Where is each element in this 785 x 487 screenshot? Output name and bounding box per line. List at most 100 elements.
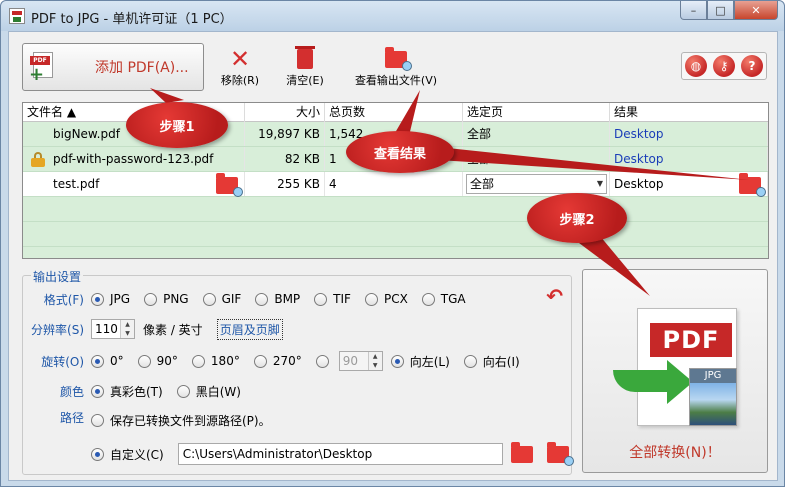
maximize-button[interactable]: □ [707, 1, 734, 20]
selected-pages-value: 全部 [470, 177, 495, 191]
column-header-size[interactable]: 大小 [245, 103, 325, 122]
file-result-link[interactable]: Desktop [614, 177, 664, 191]
recycle-bin-icon [295, 46, 315, 69]
color-bw-radio[interactable]: 黑白(W) [176, 383, 241, 400]
callout-step1: 步骤1 [126, 102, 228, 148]
rotate-row: 旋转(O) 0° 90° 180° 270° 90 ▲ ▼ 向左(L) 向右(I) [23, 351, 534, 371]
lock-icon [30, 152, 46, 167]
path-source-row: 保存已转换文件到源路径(P)。 [91, 410, 285, 430]
window-controls: – □ ✕ [680, 1, 778, 21]
format-bmp-radio[interactable]: BMP [255, 292, 300, 306]
table-row-empty [23, 197, 768, 222]
file-selected-pages[interactable]: 全部 [463, 122, 610, 146]
add-pdf-button[interactable]: PDF + 添加 PDF(A)... [22, 43, 204, 91]
file-name: test.pdf [53, 177, 100, 191]
format-pcx-radio[interactable]: PCX [364, 292, 408, 306]
custom-angle-value: 90 [342, 354, 359, 368]
file-pages: 4 [325, 172, 463, 196]
color-label: 颜色 [59, 384, 84, 399]
path-source-radio[interactable]: 保存已转换文件到源路径(P)。 [91, 412, 271, 429]
title-bar[interactable]: PDF to JPG - 单机许可证（1 PC） – □ ✕ [1, 1, 784, 31]
web-icon[interactable]: ◍ [685, 55, 707, 77]
selected-pages-dropdown[interactable]: 全部 ▼ [466, 174, 607, 194]
format-row: 格式(F) JPG PNG GIF BMP TIF PCX TGA [23, 289, 480, 309]
help-icon[interactable]: ? [741, 55, 763, 77]
clear-label: 清空(E) [286, 74, 324, 87]
file-size: 82 KB [245, 147, 325, 171]
file-selected-pages[interactable]: 全部 [463, 147, 610, 171]
file-result-link[interactable]: Desktop [610, 147, 768, 171]
resolution-unit: 像素 / 英寸 [143, 322, 203, 337]
view-output-label: 查看输出文件(V) [354, 74, 438, 87]
resolution-value[interactable]: 110 [92, 322, 120, 336]
view-output-button[interactable]: 查看输出文件(V) [347, 46, 445, 88]
path-custom-row: 自定义(C) C:\Users\Administrator\Desktop [91, 441, 574, 466]
color-row: 颜色 真彩色(T) 黑白(W) [23, 381, 255, 401]
folder-search-icon[interactable] [739, 173, 766, 197]
resolution-label: 分辨率(S) [31, 322, 84, 337]
rotate-180-radio[interactable]: 180° [191, 354, 240, 368]
callout-step2: 步骤2 [527, 193, 627, 243]
toolbar: PDF + 添加 PDF(A)... ✕ 移除(R) 清空(E) 查看输出文件(… [9, 32, 777, 100]
app-window: PDF to JPG - 单机许可证（1 PC） – □ ✕ PDF + 添加 … [0, 0, 785, 487]
rotate-right-radio[interactable]: 向右(I) [463, 353, 520, 370]
minimize-button[interactable]: – [680, 1, 707, 20]
add-pdf-label: 添加 PDF(A)... [95, 60, 189, 76]
app-icon [9, 8, 25, 24]
table-row-empty [23, 247, 768, 258]
remove-icon: ✕ [229, 45, 251, 73]
column-header-selected[interactable]: 选定页 [463, 103, 610, 122]
file-name: pdf-with-password-123.pdf [53, 152, 214, 166]
format-tga-radio[interactable]: TGA [421, 292, 466, 306]
undo-icon[interactable]: ↶ [546, 284, 563, 308]
convert-all-label: 全部转换(N)！ [629, 445, 721, 461]
folder-search-icon[interactable] [546, 441, 574, 466]
color-true-radio[interactable]: 真彩色(T) [91, 383, 163, 400]
file-result-link[interactable]: Desktop [610, 122, 768, 146]
output-settings-group: 输出设置 ↶ 格式(F) JPG PNG GIF BMP TIF PCX TGA… [22, 268, 574, 475]
stepper-arrows-icon: ▲ ▼ [367, 352, 382, 370]
folder-open-icon[interactable] [510, 441, 533, 463]
remove-button[interactable]: ✕ 移除(R) [218, 46, 262, 88]
table-row-empty [23, 222, 768, 247]
table-row[interactable]: test.pdf 255 KB 4 全部 ▼ Desktop [23, 172, 768, 197]
custom-angle-stepper: 90 ▲ ▼ [338, 351, 383, 371]
round-button-group: ◍ ⚷ ? [681, 52, 767, 80]
header-footer-button[interactable]: 页眉及页脚 [216, 318, 283, 340]
resolution-row: 分辨率(S) 110 ▲ ▼ 像素 / 英寸 页眉及页脚 [23, 318, 283, 340]
column-header-result[interactable]: 结果 [610, 103, 768, 122]
output-path-input[interactable]: C:\Users\Administrator\Desktop [177, 443, 503, 465]
convert-all-button[interactable]: PDF JPG 全部转换(N)！ [582, 269, 768, 473]
folder-search-icon [385, 46, 412, 71]
rotate-0-radio[interactable]: 0° [91, 354, 124, 368]
path-row: 路径 [23, 407, 91, 427]
remove-label: 移除(R) [220, 74, 260, 87]
rotate-label: 旋转(O) [41, 354, 84, 369]
rotate-left-radio[interactable]: 向左(L) [390, 353, 450, 370]
stepper-arrows-icon[interactable]: ▲ ▼ [120, 320, 134, 338]
pdf-to-jpg-icon: PDF JPG [607, 306, 747, 426]
column-header-pages[interactable]: 总页数 [325, 103, 463, 122]
rotate-270-radio[interactable]: 270° [253, 354, 302, 368]
add-pdf-icon: PDF + [29, 52, 55, 84]
format-tif-radio[interactable]: TIF [314, 292, 351, 306]
callout-view-result: 查看结果 [346, 131, 454, 173]
chevron-down-icon: ▼ [596, 179, 603, 188]
key-icon[interactable]: ⚷ [713, 55, 735, 77]
output-settings-title: 输出设置 [31, 268, 84, 285]
resolution-stepper[interactable]: 110 ▲ ▼ [91, 319, 135, 339]
format-gif-radio[interactable]: GIF [202, 292, 241, 306]
close-button[interactable]: ✕ [734, 1, 778, 20]
path-custom-radio[interactable]: 自定义(C) [91, 446, 164, 463]
file-size: 19,897 KB [245, 122, 325, 146]
format-png-radio[interactable]: PNG [144, 292, 189, 306]
folder-search-icon[interactable] [216, 173, 243, 197]
main-panel: PDF + 添加 PDF(A)... ✕ 移除(R) 清空(E) 查看输出文件(… [8, 31, 778, 481]
clear-button[interactable]: 清空(E) [283, 46, 327, 88]
window-title: PDF to JPG - 单机许可证（1 PC） [31, 12, 233, 27]
file-size: 255 KB [245, 172, 325, 196]
rotate-custom-radio[interactable] [315, 354, 335, 368]
format-jpg-radio[interactable]: JPG [91, 292, 130, 306]
format-label: 格式(F) [43, 292, 84, 307]
rotate-90-radio[interactable]: 90° [137, 354, 178, 368]
